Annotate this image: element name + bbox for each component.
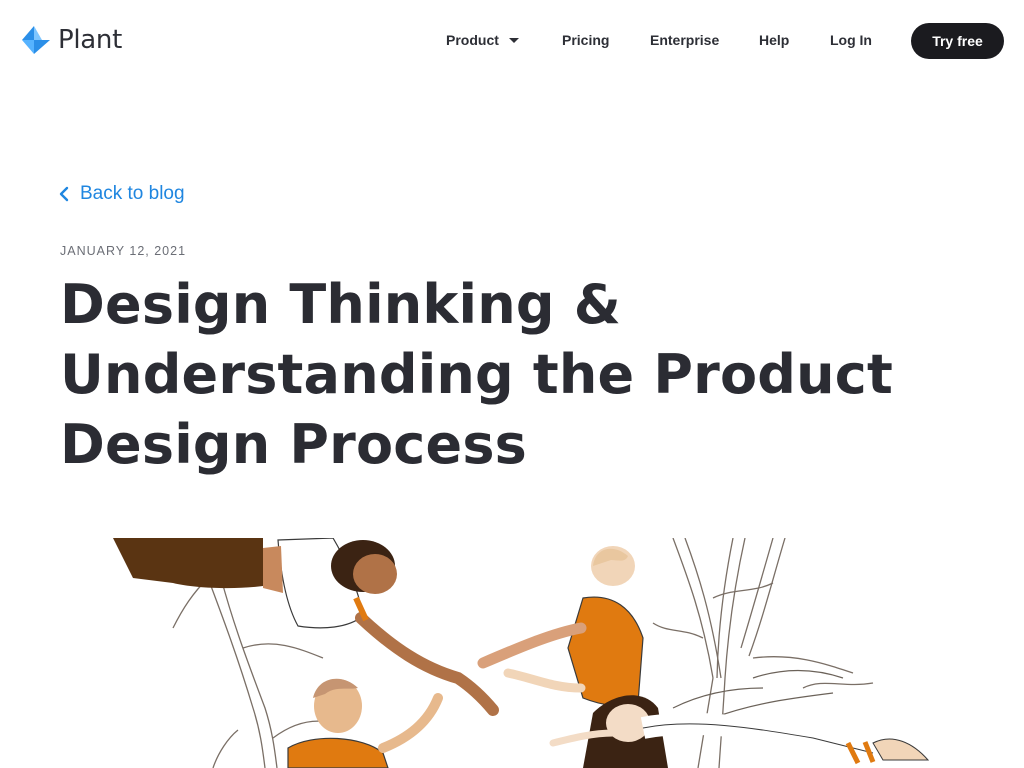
logo-text: Plant xyxy=(58,25,123,55)
back-to-blog-link[interactable]: Back to blog xyxy=(58,183,185,205)
site-header: Plant Product Pricing Enterprise Help Lo… xyxy=(0,0,1024,82)
nav-help[interactable]: Help xyxy=(759,30,789,50)
nav-product-label: Product xyxy=(446,32,499,48)
chevron-left-icon xyxy=(59,186,69,202)
hero-illustration xyxy=(113,538,933,768)
post-title: Design Thinking & Understanding the Prod… xyxy=(60,273,894,476)
nav-enterprise[interactable]: Enterprise xyxy=(650,30,719,50)
people-reaching-illustration xyxy=(113,538,930,768)
nav-product[interactable]: Product xyxy=(446,30,519,50)
post-date: JANUARY 12, 2021 xyxy=(60,244,187,258)
logo[interactable]: Plant xyxy=(20,24,122,56)
try-free-button[interactable]: Try free xyxy=(911,23,1004,59)
nav-pricing[interactable]: Pricing xyxy=(562,30,609,50)
caret-down-icon xyxy=(508,37,519,43)
plant-logo-icon xyxy=(22,26,50,54)
back-to-blog-label: Back to blog xyxy=(80,183,185,204)
nav-login[interactable]: Log In xyxy=(830,30,872,50)
